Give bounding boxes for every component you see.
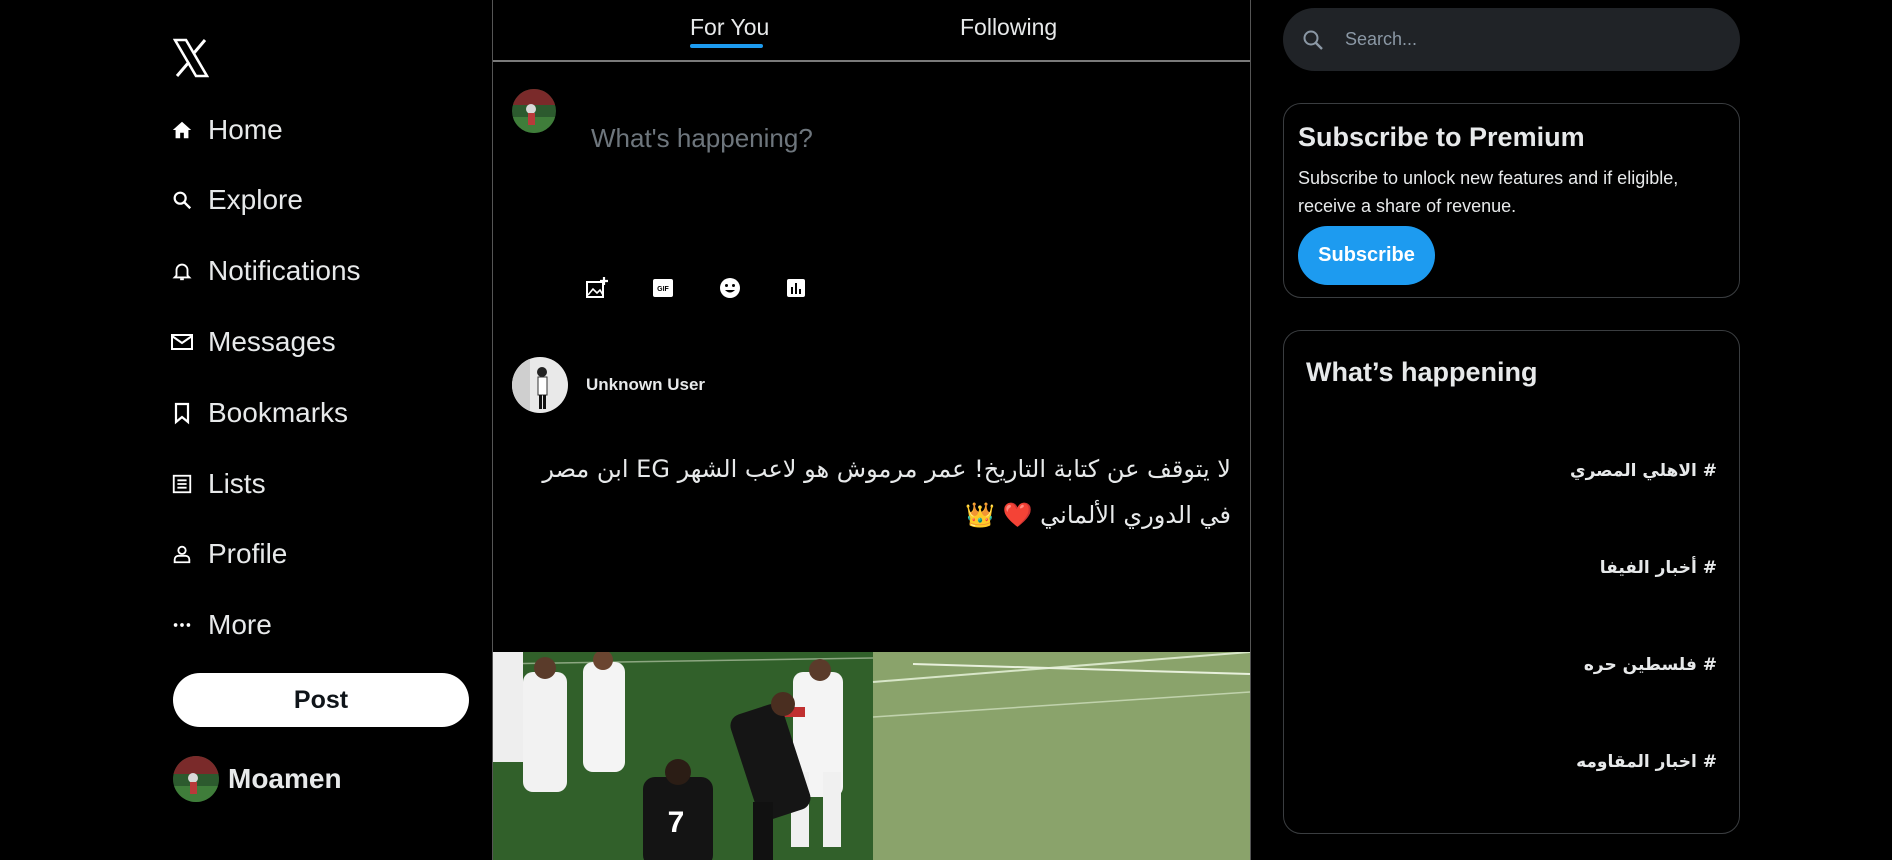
trend-item[interactable]: # أخبار الفيفا [1600,558,1717,578]
nav-item-label: Notifications [208,255,361,286]
whats-happening-title: What’s happening [1306,357,1538,387]
main-feed: For You Following GIF [492,0,1251,860]
post-author[interactable]: Unknown User [586,375,705,395]
active-tab-indicator [690,44,763,48]
premium-description: Subscribe to unlock new features and if … [1298,168,1679,216]
trend-item[interactable]: # اخبار المقاومه [1576,752,1717,772]
nav-item-profile[interactable]: Profile [173,532,287,576]
whats-happening-card: What’s happening # الاهلي المصري # أخبار… [1283,330,1740,834]
svg-text:GIF: GIF [657,286,669,293]
nav-item-more[interactable]: More [173,603,272,647]
post-text-line: في الدوري الألماني ❤️ 👑 [965,501,1231,529]
nav-item-label: Lists [208,468,266,499]
trend-item[interactable]: # فلسطين حره [1584,655,1717,675]
post-text: لا يتوقف عن كتابة التاريخ! عمر مرموش هو … [511,446,1231,538]
tab-following[interactable]: Following [960,14,1057,41]
account-switcher[interactable]: Moamen [173,756,342,802]
trend-item[interactable]: # الاهلي المصري [1570,461,1717,481]
account-name: Moamen [228,763,342,794]
search-bar[interactable] [1283,8,1740,71]
mail-icon [169,329,195,355]
search-icon [169,187,195,213]
nav-item-notifications[interactable]: Notifications [172,249,361,293]
subscribe-button[interactable]: Subscribe [1298,226,1435,285]
nav-item-home[interactable]: Home [172,108,283,152]
image-add-icon[interactable] [583,274,611,302]
app-root: Home Explore Notifications Messages Book [0,0,1892,860]
svg-text:7: 7 [668,806,685,839]
avatar [173,756,219,802]
more-icon [169,612,195,638]
nav-item-messages[interactable]: Messages [171,320,336,364]
composer-avatar [512,89,556,133]
nav-item-label: Profile [208,538,288,569]
right-sidebar: Subscribe to Premium Subscribe to unlock… [1283,0,1740,860]
bell-icon [169,258,195,284]
list-icon [169,471,195,497]
search-icon [1301,28,1325,52]
emoji-icon[interactable] [716,274,744,302]
feed-tabs: For You Following [493,0,1250,62]
left-sidebar: Home Explore Notifications Messages Book [171,0,473,860]
person-icon [169,541,195,567]
post-media-image[interactable]: 7 [493,652,1250,860]
premium-title: Subscribe to Premium [1298,122,1585,152]
gif-icon[interactable]: GIF [649,274,677,302]
nav-item-lists[interactable]: Lists [172,462,266,506]
nav-item-bookmarks[interactable]: Bookmarks [173,391,348,435]
search-input[interactable] [1345,29,1705,50]
nav-item-label: Home [208,114,283,145]
nav-item-explore[interactable]: Explore [173,178,303,222]
nav-item-label: Messages [208,326,336,357]
compose-input[interactable] [591,118,1211,158]
post-text-line: لا يتوقف عن كتابة التاريخ! عمر مرموش هو … [542,455,1231,483]
nav-item-label: More [208,609,272,640]
x-logo-icon[interactable] [172,38,210,78]
bookmark-icon [169,400,195,426]
nav-item-label: Explore [208,184,303,215]
nav-item-label: Bookmarks [208,397,349,428]
premium-card: Subscribe to Premium Subscribe to unlock… [1283,103,1740,298]
home-icon [169,117,195,143]
tab-for-you[interactable]: For You [690,14,769,41]
post-button[interactable]: Post [173,673,469,727]
poll-icon[interactable] [782,274,810,302]
post-avatar[interactable] [512,357,568,413]
